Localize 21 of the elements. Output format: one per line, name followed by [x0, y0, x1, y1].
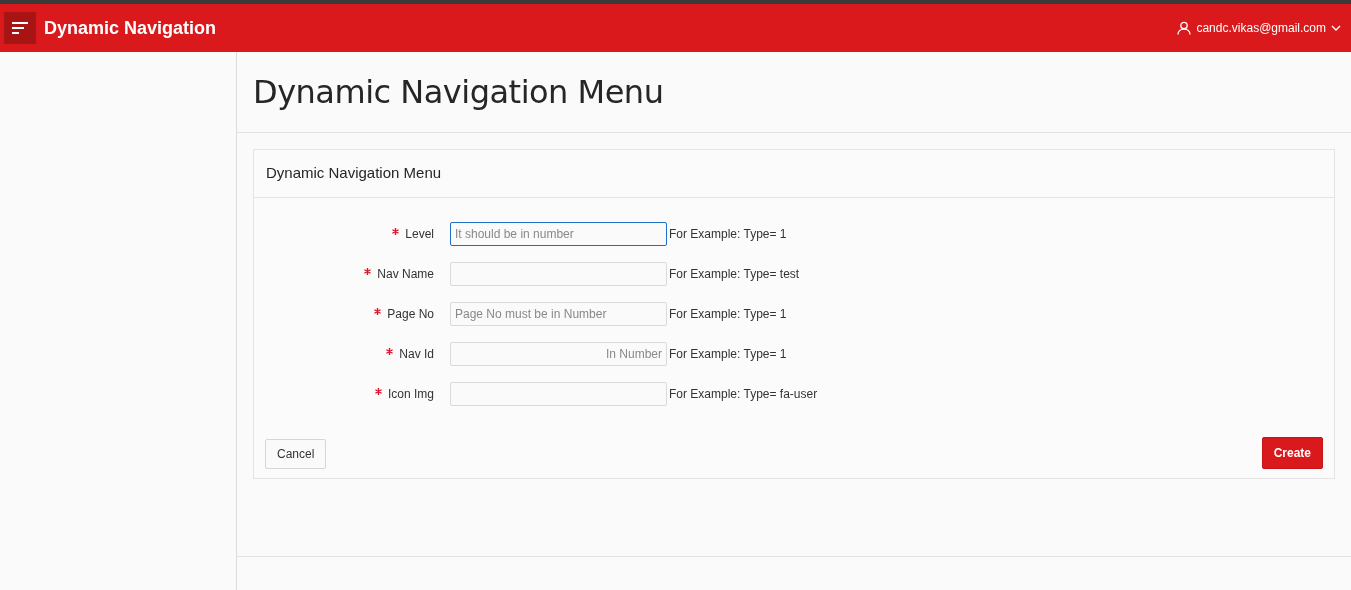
page-title: Dynamic Navigation Menu: [253, 72, 664, 113]
menu-icon: [12, 22, 28, 34]
field-label: Nav Name: [377, 266, 434, 283]
field-label: Icon Img: [387, 386, 434, 403]
card-title: Dynamic Navigation Menu: [266, 163, 442, 184]
field-label: Level: [405, 226, 434, 243]
field-hint: For Example: Type= 1: [668, 346, 787, 363]
user-menu[interactable]: candc.vikas@gmail.com: [1177, 19, 1347, 37]
field-hint: For Example: Type= 1: [668, 306, 787, 323]
field-hint: For Example: Type= test: [668, 266, 800, 283]
app-title[interactable]: Dynamic Navigation: [44, 14, 217, 42]
create-button[interactable]: Create: [1261, 437, 1323, 469]
input-field[interactable]: It should be in number: [450, 222, 667, 246]
menu-button[interactable]: [4, 12, 36, 44]
field-label: Page No: [387, 306, 434, 323]
field-hint: For Example: Type= fa-user: [668, 386, 818, 403]
chevron-down-icon: [1331, 25, 1341, 31]
field-label: Nav Id: [399, 346, 434, 363]
cancel-button[interactable]: Cancel: [265, 439, 327, 469]
field-hint: For Example: Type= 1: [668, 226, 787, 243]
user-icon: [1177, 21, 1192, 35]
